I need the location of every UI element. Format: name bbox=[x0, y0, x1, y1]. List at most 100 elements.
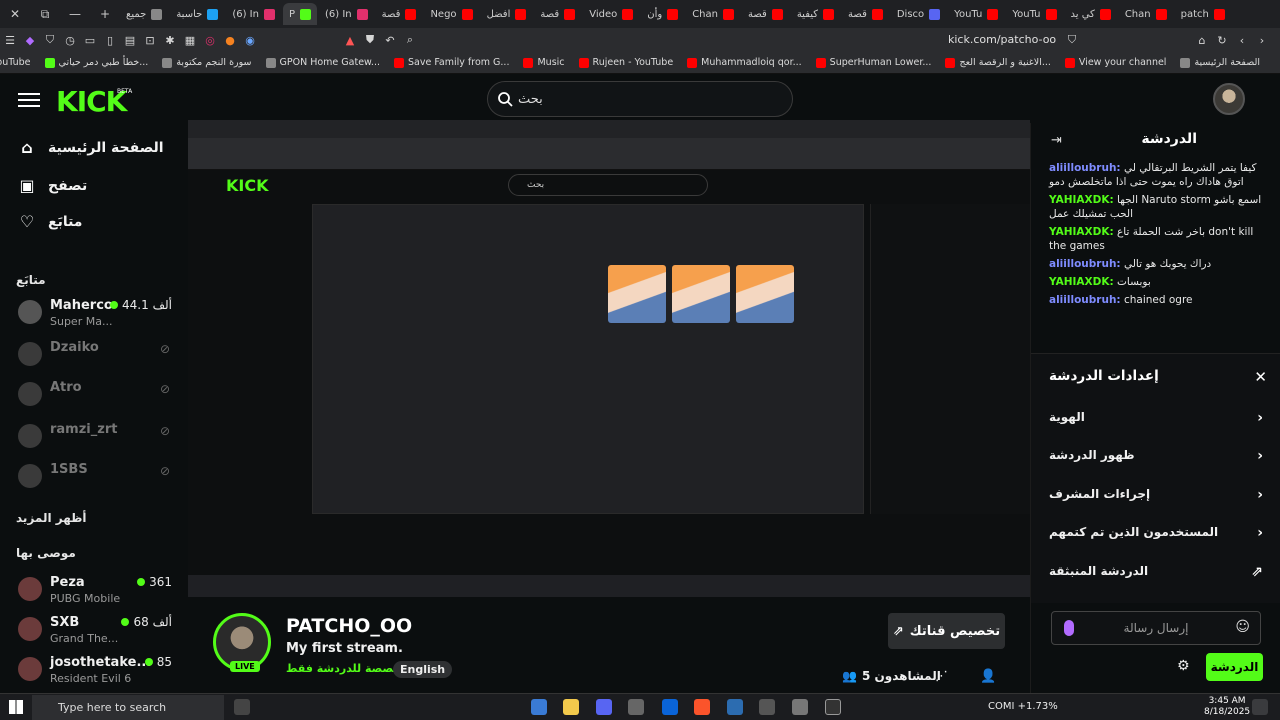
settings-item[interactable]: إجراءات المشرف › bbox=[1049, 487, 1263, 503]
video-player[interactable]: KICK بحث bbox=[188, 120, 1030, 597]
emoji-icon[interactable]: ☺ bbox=[1235, 619, 1250, 635]
copilot-icon[interactable] bbox=[531, 699, 547, 715]
bookmark-item[interactable]: YouTube bbox=[0, 57, 31, 68]
ext-blue-icon[interactable]: ◉ bbox=[240, 30, 260, 50]
browser-tab[interactable]: YouTu bbox=[948, 3, 1004, 25]
obs-icon[interactable] bbox=[792, 699, 808, 715]
close-window-icon[interactable]: ✕ bbox=[0, 0, 30, 28]
follow-user-icon[interactable]: 👤 bbox=[980, 669, 996, 684]
sidebar-icon[interactable]: ▯ bbox=[100, 30, 120, 50]
alert-icon[interactable]: ▲ bbox=[340, 30, 360, 50]
customize-channel-button[interactable]: ⇗ تخصيص قناتك bbox=[888, 613, 1005, 649]
hamburger-menu-icon[interactable] bbox=[18, 89, 40, 107]
task-view-icon[interactable] bbox=[234, 699, 250, 715]
browser-tab[interactable]: patch bbox=[1175, 3, 1231, 25]
wallet-icon[interactable]: ▭ bbox=[80, 30, 100, 50]
new-tab-icon[interactable]: + bbox=[90, 0, 120, 28]
browser-tab[interactable]: قصة bbox=[742, 3, 789, 25]
back-icon[interactable]: ‹ bbox=[1232, 30, 1252, 50]
collapse-chat-icon[interactable]: ⇥ bbox=[1051, 133, 1062, 148]
chat-message-input[interactable]: إرسال رسالة ☺ bbox=[1051, 611, 1261, 645]
browser-tab[interactable]: Chan bbox=[686, 3, 740, 25]
settings-item[interactable]: ظهور الدردشة › bbox=[1049, 448, 1263, 464]
bookmark-item[interactable]: Muhammadloiq qor... bbox=[687, 57, 802, 68]
address-bar[interactable]: kick.com/patcho-oo bbox=[948, 33, 1056, 46]
browser-tab[interactable]: افضل bbox=[481, 3, 533, 25]
back-forward-icon[interactable]: ↶ bbox=[380, 30, 400, 50]
browser-tab[interactable]: (6) In bbox=[226, 3, 281, 25]
bookmark-item[interactable]: Save Family from G... bbox=[394, 57, 509, 68]
gear-icon[interactable]: ⚙ bbox=[1177, 658, 1190, 674]
chat-username[interactable]: YAHIAXDK: bbox=[1049, 276, 1114, 288]
grid-icon[interactable]: ▦ bbox=[180, 30, 200, 50]
clock[interactable]: 3:45 AM 8/18/2025 bbox=[1204, 696, 1250, 718]
following-channel[interactable]: Atro ⊘ bbox=[16, 378, 176, 414]
nav-home[interactable]: ⌂ الصفحة الرئيسية bbox=[18, 139, 163, 157]
bookmark-item[interactable]: Rujeen - YouTube bbox=[578, 57, 673, 68]
browser-tab[interactable]: Chan bbox=[1119, 3, 1173, 25]
browser-tab[interactable]: قصة bbox=[534, 3, 581, 25]
settings-item[interactable]: المستخدمون الذين تم كتمهم › bbox=[1049, 525, 1263, 541]
forward-icon[interactable]: › bbox=[1252, 30, 1272, 50]
menu-icon[interactable]: ☰ bbox=[0, 30, 20, 50]
following-channel[interactable]: Maherco Super Ma... 44.1 ألف bbox=[16, 296, 176, 332]
browser-tab[interactable]: Nego bbox=[424, 3, 478, 25]
share-icon[interactable]: ⋰ bbox=[935, 669, 948, 684]
extension-icon[interactable]: ◆ bbox=[20, 30, 40, 50]
following-channel[interactable]: 1SBS ⊘ bbox=[16, 460, 176, 496]
close-icon[interactable]: ✕ bbox=[1254, 368, 1267, 386]
bookmark-icon[interactable]: ⛉ bbox=[1062, 30, 1082, 50]
file-explorer-icon[interactable] bbox=[563, 699, 579, 715]
language-tag[interactable]: English bbox=[393, 661, 453, 678]
minimize-window-icon[interactable]: — bbox=[60, 0, 90, 28]
browser-tab[interactable]: YouTu bbox=[1006, 3, 1062, 25]
browser-tab[interactable]: قصة bbox=[842, 3, 889, 25]
chat-username[interactable]: aliilloubruh: bbox=[1049, 162, 1121, 174]
following-channel[interactable]: ramzi_zrt ⊘ bbox=[16, 420, 176, 456]
bookmark-item[interactable]: خطأ طبي دمر حياتي... bbox=[44, 57, 148, 68]
reader-icon[interactable]: ▤ bbox=[120, 30, 140, 50]
browser-tab[interactable]: كيفية bbox=[791, 3, 840, 25]
taskbar-search[interactable]: Type here to search bbox=[32, 695, 224, 720]
chat-send-button[interactable]: الدردشة bbox=[1206, 653, 1263, 681]
notification-icon[interactable] bbox=[1252, 699, 1268, 715]
streamer-name[interactable]: PATCHO_OO bbox=[286, 615, 412, 637]
screenshot-icon[interactable]: ⊡ bbox=[140, 30, 160, 50]
recommended-channel[interactable]: SXB Grand The... 68 ألف bbox=[16, 613, 176, 649]
vpn-icon[interactable] bbox=[727, 699, 743, 715]
shield-icon[interactable]: ⛉ bbox=[40, 30, 60, 50]
restore-window-icon[interactable]: ⧉ bbox=[30, 0, 60, 28]
browser-tab[interactable]: حاسبة bbox=[170, 3, 224, 25]
settings-item[interactable]: الهوية › bbox=[1049, 410, 1263, 426]
instagram-icon[interactable]: ◎ bbox=[200, 30, 220, 50]
history-icon[interactable]: ◷ bbox=[60, 30, 80, 50]
browser-tab[interactable]: قصة bbox=[376, 3, 423, 25]
user-avatar[interactable] bbox=[1213, 83, 1245, 115]
settings-item[interactable]: الدردشة المنبثقة ⇗ bbox=[1049, 564, 1263, 580]
brave-shield-icon[interactable]: ⛊ bbox=[360, 30, 380, 50]
recommended-channel[interactable]: josothetake... Resident Evil 6 85 bbox=[16, 653, 176, 689]
brave-icon[interactable] bbox=[694, 699, 710, 715]
chat-username[interactable]: YAHIAXDK: bbox=[1049, 226, 1114, 238]
outlook-icon[interactable] bbox=[662, 699, 678, 715]
browser-tab[interactable]: P bbox=[282, 3, 317, 25]
show-more-link[interactable]: أظهر المزيد bbox=[16, 511, 87, 525]
store-icon[interactable] bbox=[628, 699, 644, 715]
microphone-icon[interactable] bbox=[1064, 620, 1074, 636]
search-input[interactable]: بحث bbox=[487, 81, 793, 117]
browser-tab[interactable]: وأن bbox=[641, 3, 684, 25]
browser-tab[interactable]: كي يد bbox=[1065, 3, 1117, 25]
browser-tab[interactable]: (6) In bbox=[319, 3, 374, 25]
bookmark-item[interactable]: الاغنية و الرقصة العج... bbox=[945, 57, 1051, 68]
puzzle-icon[interactable]: ✱ bbox=[160, 30, 180, 50]
nav-browse[interactable]: ▣ تصفح bbox=[18, 177, 87, 195]
bookmark-item[interactable]: سورة النجم مكتوبة bbox=[162, 57, 252, 68]
chrome-icon[interactable] bbox=[825, 699, 841, 715]
chat-username[interactable]: aliilloubruh: bbox=[1049, 258, 1121, 270]
discord-icon[interactable] bbox=[596, 699, 612, 715]
nav-following[interactable]: ♡ متابَع bbox=[18, 213, 83, 231]
browser-tab[interactable]: Video bbox=[583, 3, 639, 25]
recommended-channel[interactable]: Peza PUBG Mobile 361 bbox=[16, 573, 176, 609]
home-icon[interactable]: ⌂ bbox=[1192, 30, 1212, 50]
app-icon[interactable] bbox=[759, 699, 775, 715]
